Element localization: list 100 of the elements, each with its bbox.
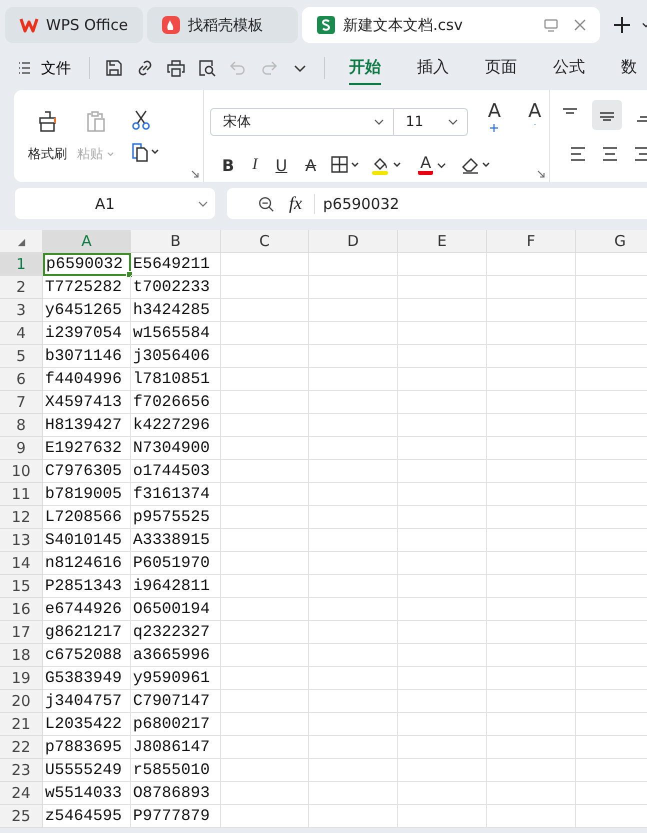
row-header[interactable]: 2 bbox=[0, 276, 43, 299]
row-header[interactable]: 15 bbox=[0, 575, 43, 598]
table-cell: O6500194 bbox=[131, 598, 221, 621]
decrease-font-button[interactable]: A bbox=[520, 100, 549, 144]
window-tab[interactable]: 新建文本文档.csv bbox=[302, 7, 600, 43]
table-cell: H8139427 bbox=[43, 414, 131, 437]
row-header[interactable]: 25 bbox=[0, 805, 43, 828]
column-header[interactable]: E bbox=[398, 230, 487, 253]
row-header[interactable]: 6 bbox=[0, 368, 43, 391]
table-cell: P6051970 bbox=[131, 552, 221, 575]
table-cell: e6744926 bbox=[43, 598, 131, 621]
table-cell: T7725282 bbox=[43, 276, 131, 299]
ribbon-tab[interactable]: 页面 bbox=[485, 51, 517, 85]
table-cell: r5855010 bbox=[131, 759, 221, 782]
row-header[interactable]: 11 bbox=[0, 483, 43, 506]
table-cell: z5464595 bbox=[43, 805, 131, 828]
increase-font-button[interactable]: A bbox=[480, 100, 509, 144]
ribbon-tab[interactable]: 数 bbox=[621, 51, 637, 85]
table-cell: b3071146 bbox=[43, 345, 131, 368]
table-cell: j3404757 bbox=[43, 690, 131, 713]
table-cell: G5383949 bbox=[43, 667, 131, 690]
row-header[interactable]: 22 bbox=[0, 736, 43, 759]
file-menu-button[interactable]: 文件 bbox=[18, 58, 75, 78]
column-header[interactable]: A bbox=[43, 230, 131, 253]
italic-button[interactable]: I bbox=[248, 156, 262, 174]
table-cell: w1565584 bbox=[131, 322, 221, 345]
table-cell: f7026656 bbox=[131, 391, 221, 414]
column-header[interactable]: B bbox=[131, 230, 221, 253]
table-cell: C7907147 bbox=[131, 690, 221, 713]
table-cell: a3665996 bbox=[131, 644, 221, 667]
table-cell: U5555249 bbox=[43, 759, 131, 782]
table-cell: k4227296 bbox=[131, 414, 221, 437]
font-size-dropdown[interactable]: 11 bbox=[394, 108, 468, 136]
column-header[interactable]: C bbox=[221, 230, 309, 253]
table-cell: l7810851 bbox=[131, 368, 221, 391]
row-header[interactable]: 23 bbox=[0, 759, 43, 782]
window-tab[interactable]: 找稻壳模板 bbox=[147, 7, 298, 43]
column-header[interactable]: G bbox=[576, 230, 647, 253]
row-header[interactable]: 1 bbox=[0, 253, 43, 276]
table-cell: E5649211 bbox=[131, 253, 221, 276]
row-header[interactable]: 16 bbox=[0, 598, 43, 621]
bold-button[interactable]: B bbox=[218, 156, 238, 174]
ribbon-tab[interactable]: 公式 bbox=[553, 51, 585, 85]
save-icon[interactable] bbox=[104, 58, 124, 78]
row-header[interactable]: 7 bbox=[0, 391, 43, 414]
dialog-launcher-icon[interactable] bbox=[191, 170, 199, 178]
row-header[interactable]: 8 bbox=[0, 414, 43, 437]
row-header[interactable]: 13 bbox=[0, 529, 43, 552]
table-cell: q2322327 bbox=[131, 621, 221, 644]
row-header[interactable]: 19 bbox=[0, 667, 43, 690]
row-header[interactable]: 14 bbox=[0, 552, 43, 575]
borders-icon[interactable] bbox=[330, 155, 360, 175]
dialog-launcher-icon[interactable] bbox=[537, 170, 545, 178]
formula-field[interactable]: fx p6590032 bbox=[227, 188, 647, 219]
select-all-button[interactable] bbox=[0, 230, 43, 253]
print-preview-icon[interactable] bbox=[197, 58, 217, 78]
scissors-icon[interactable] bbox=[130, 109, 152, 131]
row-header[interactable]: 12 bbox=[0, 506, 43, 529]
table-cell: N7304900 bbox=[131, 437, 221, 460]
table-cell: O8786893 bbox=[131, 782, 221, 805]
row-header[interactable]: 24 bbox=[0, 782, 43, 805]
name-box[interactable]: A1 bbox=[15, 188, 215, 219]
table-cell: J8086147 bbox=[131, 736, 221, 759]
table-cell: i2397054 bbox=[43, 322, 131, 345]
column-header[interactable]: D bbox=[309, 230, 398, 253]
close-icon[interactable] bbox=[572, 17, 588, 33]
monitor-icon[interactable] bbox=[543, 17, 559, 33]
row-header[interactable]: 18 bbox=[0, 644, 43, 667]
table-cell: t7002233 bbox=[131, 276, 221, 299]
row-header[interactable]: 9 bbox=[0, 437, 43, 460]
row-header[interactable]: 17 bbox=[0, 621, 43, 644]
row-header[interactable]: 5 bbox=[0, 345, 43, 368]
row-header[interactable]: 3 bbox=[0, 299, 43, 322]
ribbon-tab[interactable]: 插入 bbox=[417, 51, 449, 85]
table-cell: h3424285 bbox=[131, 299, 221, 322]
zoom-icon bbox=[257, 194, 275, 212]
table-cell: j3056406 bbox=[131, 345, 221, 368]
strikethrough-button[interactable]: A bbox=[301, 156, 320, 174]
copy-icon[interactable] bbox=[130, 141, 160, 163]
ribbon-tab[interactable]: 开始 bbox=[349, 51, 381, 85]
table-cell: f3161374 bbox=[131, 483, 221, 506]
font-name-dropdown[interactable]: 宋体 bbox=[210, 108, 394, 136]
table-cell: c6752088 bbox=[43, 644, 131, 667]
column-header[interactable]: F bbox=[487, 230, 576, 253]
new-tab-icon[interactable] bbox=[612, 15, 632, 35]
format-painter-button[interactable]: 格式刷 bbox=[28, 109, 67, 163]
caret-icon bbox=[107, 151, 114, 158]
window-tab[interactable]: WPS Office bbox=[5, 7, 143, 43]
row-header[interactable]: 4 bbox=[0, 322, 43, 345]
align-middle-button[interactable] bbox=[592, 100, 622, 130]
row-header[interactable]: 21 bbox=[0, 713, 43, 736]
table-cell: i9642811 bbox=[131, 575, 221, 598]
font-color-button[interactable]: A bbox=[414, 155, 450, 175]
underline-button[interactable]: U bbox=[272, 156, 292, 174]
print-icon[interactable] bbox=[166, 58, 186, 78]
table-cell: p9575525 bbox=[131, 506, 221, 529]
row-header[interactable]: 20 bbox=[0, 690, 43, 713]
table-cell: L7208566 bbox=[43, 506, 131, 529]
row-header[interactable]: 10 bbox=[0, 460, 43, 483]
table-cell: p7883695 bbox=[43, 736, 131, 759]
